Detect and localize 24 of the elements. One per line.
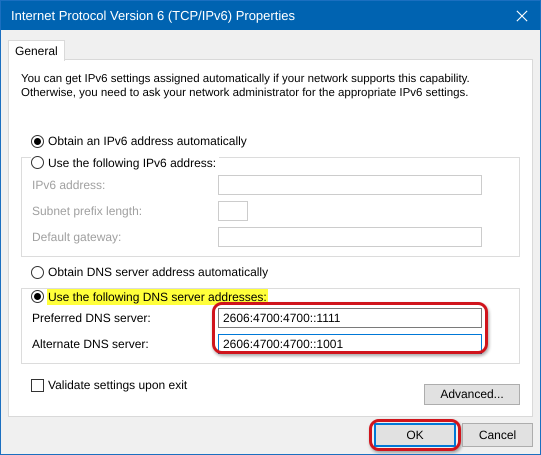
checkbox[interactable] [31,378,44,392]
dialog-button[interactable]: OK [374,423,456,447]
field-label: Alternate DNS server: [32,336,150,350]
radio-button[interactable] [31,266,44,278]
window-title: Internet Protocol Version 6 (TCP/IPv6) Properties [11,8,295,23]
radio-button[interactable] [31,134,44,148]
radio-label[interactable]: Use the following DNS server addresses: [47,288,268,304]
input-field[interactable]: 2606:4700:4700::1111 [218,308,482,328]
field-label: IPv6 address: [32,178,106,192]
close-icon[interactable] [516,10,528,22]
description-text: You can get IPv6 settings assigned automatically if your network supports this capability. Otherwise, you need to ask your network administrator for the appropriate IPv6 settings. [21,72,471,100]
field-label: Preferred DNS server: [32,310,152,324]
radio-button[interactable] [31,156,44,169]
radio-label[interactable]: Obtain an IPv6 address automatically [47,133,248,149]
radio-button[interactable] [31,290,44,303]
dialog-button[interactable]: Cancel [462,423,533,447]
tab[interactable]: General [8,40,65,61]
radio-label[interactable]: Obtain DNS server address automatically [47,264,270,280]
radio-label[interactable]: Use the following IPv6 address: [47,154,218,170]
checkbox-label[interactable]: Validate settings upon exit [48,378,188,392]
advanced-button[interactable]: Advanced... [424,384,520,404]
input-field[interactable]: 2606:4700:4700::1001 [218,334,482,354]
field-label: Default gateway: [32,230,122,244]
field-label: Subnet prefix length: [32,204,144,218]
